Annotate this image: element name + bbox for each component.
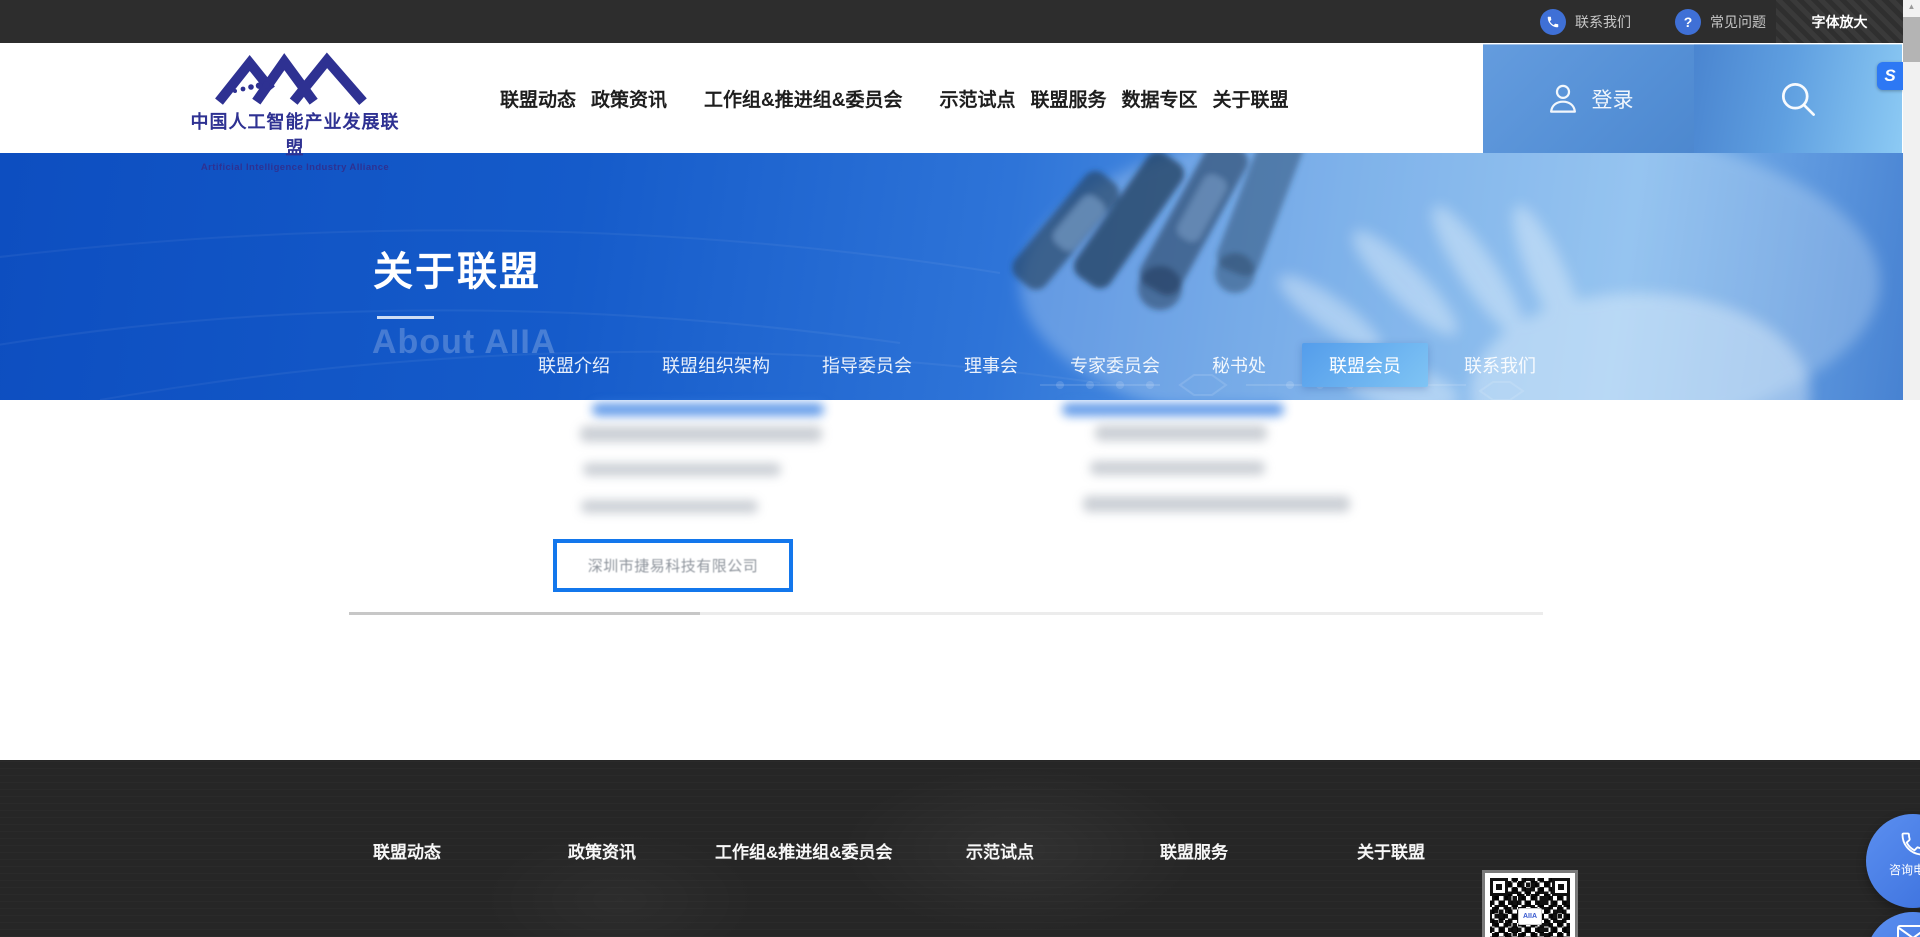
footer-nav-policy-info[interactable]: 政策资讯 bbox=[568, 838, 636, 863]
tab-alliance-members[interactable]: 联盟会员 bbox=[1302, 343, 1428, 387]
blurred-member-line bbox=[1090, 461, 1265, 475]
blurred-member-line bbox=[581, 500, 758, 513]
nav-workgroups[interactable]: 工作组&推进组&委员会 bbox=[704, 85, 902, 112]
scrollbar-thumb[interactable] bbox=[1903, 17, 1920, 62]
phone-icon bbox=[1540, 9, 1566, 35]
tab-steering-committee[interactable]: 指导委员会 bbox=[822, 352, 912, 378]
envelope-icon bbox=[1896, 924, 1920, 937]
scrollbar-up-arrow-icon[interactable]: ▲ bbox=[1903, 2, 1920, 11]
blurred-category-heading-left bbox=[592, 403, 824, 416]
vertical-scrollbar[interactable]: ▲ bbox=[1903, 0, 1920, 400]
topbar-font-zoom-label: 字体放大 bbox=[1812, 12, 1868, 32]
horizontal-scroll-track bbox=[349, 612, 1543, 615]
logo-en-text: Artificial Intelligence Industry Allianc… bbox=[182, 162, 408, 173]
user-icon bbox=[1544, 80, 1582, 118]
extension-badge-icon[interactable]: S bbox=[1877, 62, 1903, 90]
topbar-faq-label: 常见问题 bbox=[1710, 12, 1766, 32]
tab-expert-committee[interactable]: 专家委员会 bbox=[1070, 352, 1160, 378]
topbar-faq[interactable]: ? 常见问题 bbox=[1675, 0, 1766, 43]
blurred-category-heading-right bbox=[1062, 403, 1284, 416]
main-nav: 联盟动态 政策资讯 工作组&推进组&委员会 示范试点 联盟服务 数据专区 关于联… bbox=[500, 43, 1289, 153]
page-subtitle: About AIIA bbox=[372, 323, 556, 362]
title-underline bbox=[377, 316, 434, 319]
blurred-member-line bbox=[583, 463, 781, 476]
footer-qr-code: AIIA bbox=[1482, 870, 1578, 937]
member-list-section: 深圳市捷易科技有限公司 bbox=[0, 400, 1920, 760]
qr-finder-icon bbox=[1490, 878, 1508, 896]
footer-nav-about[interactable]: 关于联盟 bbox=[1357, 838, 1425, 863]
consult-phone-label: 咨询电话 bbox=[1889, 861, 1920, 878]
aiia-logo-mark bbox=[215, 51, 375, 107]
login-label: 登录 bbox=[1592, 84, 1634, 114]
qr-pattern: AIIA bbox=[1490, 878, 1570, 937]
logo-cn-text: 中国人工智能产业发展联盟 bbox=[182, 108, 408, 160]
nav-about[interactable]: 关于联盟 bbox=[1213, 85, 1289, 112]
nav-alliance-news[interactable]: 联盟动态 bbox=[500, 85, 576, 112]
tab-council[interactable]: 理事会 bbox=[964, 352, 1018, 378]
login-button[interactable]: 登录 bbox=[1483, 44, 1694, 153]
banner-tab-bar: 联盟介绍 联盟组织架构 指导委员会 理事会 专家委员会 秘书处 联盟会员 联系我… bbox=[538, 343, 1536, 387]
nav-pilot[interactable]: 示范试点 bbox=[939, 85, 1015, 112]
topbar-contact-label: 联系我们 bbox=[1575, 12, 1631, 32]
page-banner: 关于联盟 About AIIA 联盟介绍 联盟组织架构 指导委员会 理事会 专家… bbox=[0, 153, 1920, 400]
question-icon: ? bbox=[1675, 9, 1701, 35]
footer-nav-services[interactable]: 联盟服务 bbox=[1160, 838, 1228, 863]
footer-nav-alliance-news[interactable]: 联盟动态 bbox=[373, 838, 441, 863]
highlighted-member-name: 深圳市捷易科技有限公司 bbox=[588, 555, 759, 576]
nav-policy-info[interactable]: 政策资讯 bbox=[591, 85, 667, 112]
blurred-member-line bbox=[580, 426, 822, 442]
nav-data-zone[interactable]: 数据专区 bbox=[1122, 85, 1198, 112]
site-logo[interactable]: 中国人工智能产业发展联盟 Artificial Intelligence Ind… bbox=[182, 51, 408, 173]
page-root: 联系我们 ? 常见问题 字体放大 中国人工智能产业发展联盟 Artifi bbox=[0, 0, 1920, 937]
footer-nav-workgroups[interactable]: 工作组&推进组&委员会 bbox=[715, 838, 893, 863]
site-header: 中国人工智能产业发展联盟 Artificial Intelligence Ind… bbox=[0, 43, 1920, 153]
topbar-font-zoom[interactable]: 字体放大 bbox=[1776, 0, 1903, 43]
nav-services[interactable]: 联盟服务 bbox=[1031, 85, 1107, 112]
topbar-contact[interactable]: 联系我们 bbox=[1540, 0, 1631, 43]
tab-alliance-intro[interactable]: 联盟介绍 bbox=[538, 352, 610, 378]
site-footer: 联盟动态 政策资讯 工作组&推进组&委员会 示范试点 联盟服务 关于联盟 AII… bbox=[0, 760, 1920, 937]
tab-secretariat[interactable]: 秘书处 bbox=[1212, 352, 1266, 378]
tab-contact-us[interactable]: 联系我们 bbox=[1464, 352, 1536, 378]
blurred-member-line bbox=[1095, 425, 1267, 441]
qr-finder-icon bbox=[1552, 878, 1570, 896]
top-utility-bar: 联系我们 ? 常见问题 字体放大 bbox=[0, 0, 1920, 43]
blurred-member-line bbox=[1083, 496, 1350, 512]
qr-center-logo: AIIA bbox=[1518, 908, 1542, 925]
tab-org-structure[interactable]: 联盟组织架构 bbox=[662, 352, 770, 378]
highlighted-member-item[interactable]: 深圳市捷易科技有限公司 bbox=[553, 539, 793, 592]
footer-nav-pilot[interactable]: 示范试点 bbox=[966, 838, 1034, 863]
search-icon bbox=[1776, 77, 1820, 121]
page-title: 关于联盟 bbox=[373, 239, 541, 297]
horizontal-scroll-thumb[interactable] bbox=[349, 612, 700, 615]
phone-icon bbox=[1899, 830, 1920, 858]
search-button[interactable] bbox=[1694, 44, 1902, 153]
